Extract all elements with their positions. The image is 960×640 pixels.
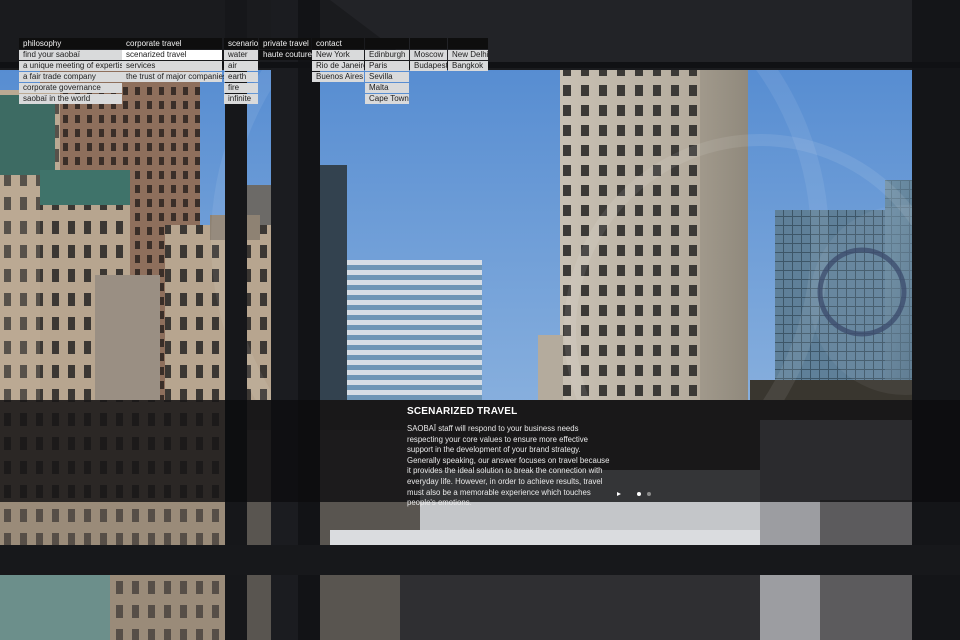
nav-item-find-your-saobai[interactable]: find your saobaï — [19, 50, 122, 60]
slide-dot-1[interactable] — [637, 492, 641, 496]
nav-column-scenario: scenario water air earth fire infinite — [224, 38, 258, 104]
nav-item-corporate-governance[interactable]: corporate governance — [19, 83, 122, 93]
play-icon[interactable] — [617, 492, 621, 496]
nav-item-scenarized-travel[interactable]: scenarized travel — [122, 50, 222, 60]
nav-item-fire[interactable]: fire — [224, 83, 258, 93]
background-photo — [0, 0, 960, 640]
nav-philosophy[interactable]: philosophy — [19, 38, 122, 49]
nav-item-air[interactable]: air — [224, 61, 258, 71]
nav-item-haute-couture[interactable]: haute couture — [259, 50, 312, 60]
nav-item-fair-trade[interactable]: a fair trade company — [19, 72, 122, 82]
nav-column-corporate-travel: corporate travel scenarized travel servi… — [122, 38, 227, 82]
nav-item-earth[interactable]: earth — [224, 72, 258, 82]
nav-item-malta[interactable]: Malta — [365, 83, 409, 93]
section-title: SCENARIZED TRAVEL — [407, 406, 518, 417]
nav-item-paris[interactable]: Paris — [365, 61, 409, 71]
nav-item-rio-de-janeiro[interactable]: Rio de Janeiro — [312, 61, 368, 71]
nav-column-contact-east: Moscow Budapest — [410, 38, 448, 71]
nav-column-contact: contact New York Rio de Janeiro Buenos A… — [312, 38, 368, 82]
slideshow-controls — [617, 490, 651, 498]
section-body-text: SAOBAÏ staff will respond to your busine… — [407, 424, 610, 508]
nav-item-bangkok[interactable]: Bangkok — [448, 61, 488, 71]
nav-item-cape-town[interactable]: Cape Town — [365, 94, 409, 104]
nav-contact[interactable]: contact — [312, 38, 364, 49]
nav-item-water[interactable]: water — [224, 50, 258, 60]
nav-column-contact-asia: New Delhi Bangkok — [448, 38, 488, 71]
nav-corporate-travel[interactable]: corporate travel — [122, 38, 222, 49]
nav-scenario[interactable]: scenario — [224, 38, 258, 49]
nav-contact-spacer-3 — [448, 38, 488, 49]
nav-column-contact-europe: Edinburgh Paris Sevilla Malta Cape Town — [365, 38, 409, 104]
nav-item-trust-major-companies[interactable]: the trust of major companies — [122, 72, 227, 82]
nav-column-philosophy: philosophy find your saobaï a unique mee… — [19, 38, 128, 104]
nav-contact-spacer — [365, 38, 409, 49]
nav-item-buenos-aires[interactable]: Buenos Aires — [312, 72, 364, 82]
nav-item-new-york[interactable]: New York — [312, 50, 364, 60]
nav-contact-spacer-2 — [410, 38, 447, 49]
nav-item-unique-meeting[interactable]: a unique meeting of expertise — [19, 61, 128, 71]
nav-item-moscow[interactable]: Moscow — [410, 50, 447, 60]
nav-item-new-delhi[interactable]: New Delhi — [448, 50, 488, 60]
nav-item-sevilla[interactable]: Sevilla — [365, 72, 409, 82]
nav-item-services[interactable]: services — [122, 61, 222, 71]
nav-private-travel[interactable]: private travel — [259, 38, 311, 49]
nav-item-saobai-in-the-world[interactable]: saobaï in the world — [19, 94, 122, 104]
nav-item-edinburgh[interactable]: Edinburgh — [365, 50, 409, 60]
nav-item-infinite[interactable]: infinite — [224, 94, 258, 104]
nav-item-budapest[interactable]: Budapest — [410, 61, 448, 71]
nav-column-private-travel: private travel haute couture — [259, 38, 312, 60]
slide-dot-2[interactable] — [647, 492, 651, 496]
